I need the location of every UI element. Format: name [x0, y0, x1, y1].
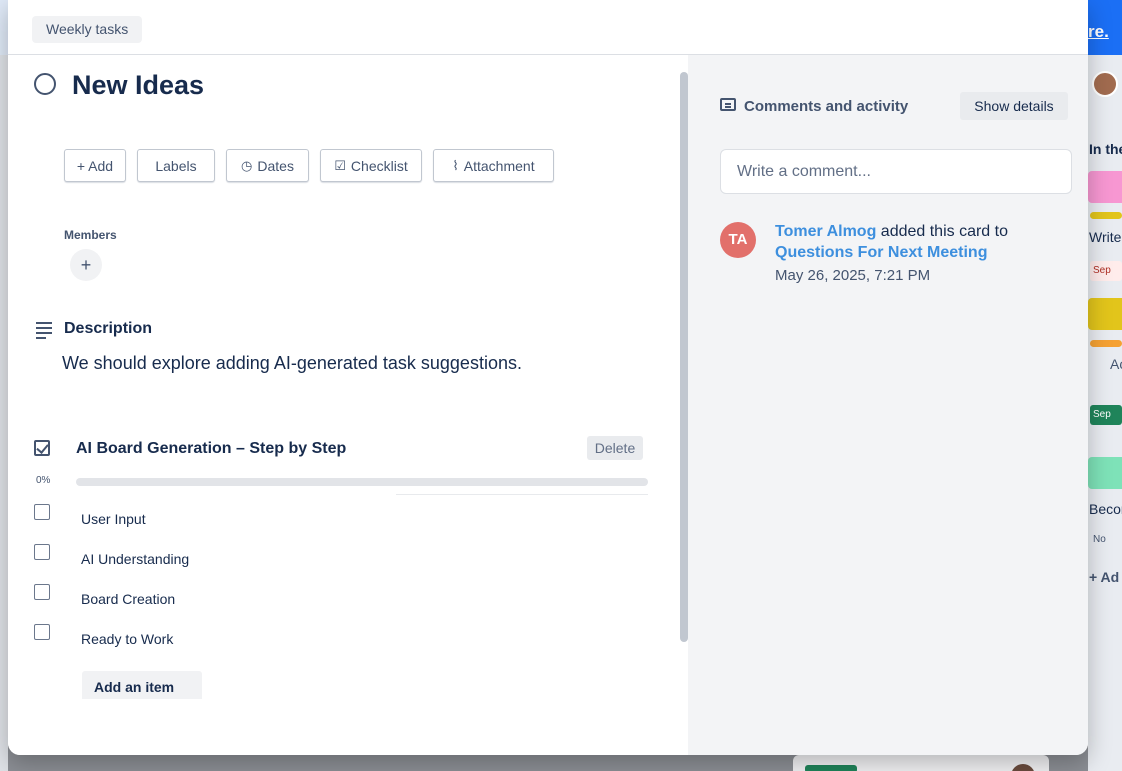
checklist-item-checkbox[interactable] — [34, 584, 50, 600]
checklist-item[interactable]: Ready to Work — [81, 631, 173, 647]
card-label-yellow — [1090, 212, 1122, 219]
add-member-button[interactable]: + — [70, 249, 102, 281]
description-icon — [36, 322, 52, 339]
card-title[interactable]: Write — [1089, 229, 1121, 245]
card-cover-green[interactable] — [1088, 457, 1122, 489]
card-title[interactable]: Ac — [1110, 356, 1122, 372]
board-list-column: In the Write Sep Ac Sep Becon No + Ad — [1088, 55, 1122, 771]
list-name-chip[interactable]: Weekly tasks — [32, 16, 143, 43]
comment-icon — [720, 98, 736, 111]
add-button[interactable]: + Add — [64, 149, 126, 182]
checklist-item-checkbox[interactable] — [34, 624, 50, 640]
banner-link[interactable]: re. — [1088, 22, 1109, 42]
checklist-item[interactable]: User Input — [81, 511, 146, 527]
add-button-label: + Add — [76, 157, 114, 174]
activity-title: Comments and activity — [744, 98, 909, 115]
checklist-progress-bar — [76, 478, 648, 486]
activity-pane: Comments and activity Show details TA To… — [688, 55, 1088, 755]
delete-checklist-button[interactable]: Delete — [587, 436, 643, 460]
list-header[interactable]: In the — [1089, 141, 1122, 157]
checklist-icon: ☑ — [334, 157, 346, 173]
avatar[interactable]: TA — [720, 222, 756, 258]
modal-header: Weekly tasks — [8, 0, 1088, 55]
checklist-item[interactable]: Board Creation — [81, 591, 175, 607]
labels-button-label: Labels — [155, 157, 197, 174]
activity-timestamp[interactable]: May 26, 2025, 7:21 PM — [775, 267, 930, 284]
card-cover-pink[interactable] — [1088, 171, 1122, 203]
description-heading: Description — [64, 320, 153, 337]
card-title[interactable]: Becon — [1089, 501, 1122, 517]
attachment-button-label: Attachment — [463, 157, 535, 174]
due-date-badge: No — [1093, 534, 1106, 545]
labels-button[interactable]: Labels — [137, 149, 215, 182]
checklist-button-label: Checklist — [350, 157, 408, 174]
checklist-percent: 0% — [36, 475, 51, 486]
checklist-item-checkbox[interactable] — [34, 504, 50, 520]
board-member-avatar[interactable] — [1092, 71, 1118, 97]
card-label-green — [805, 765, 857, 771]
complete-circle-icon[interactable] — [34, 73, 56, 95]
scrollbar[interactable] — [680, 72, 688, 642]
card-title[interactable]: New Ideas — [72, 70, 204, 101]
due-date-badge: Sep — [1090, 261, 1122, 281]
due-date-badge: Sep — [1090, 405, 1122, 425]
checklist-icon — [34, 440, 50, 456]
members-label: Members — [64, 228, 117, 242]
board-left-edge — [0, 55, 8, 771]
modal-footer-space — [8, 699, 688, 755]
dates-button[interactable]: ◷ Dates — [226, 149, 309, 182]
activity-user-link[interactable]: Tomer Almog — [775, 223, 876, 240]
show-details-button[interactable]: Show details — [960, 92, 1068, 120]
activity-target-link[interactable]: Questions For Next Meeting — [775, 244, 987, 262]
add-card-button[interactable]: + Ad — [1089, 569, 1119, 585]
comment-input[interactable] — [720, 149, 1072, 194]
checklist-item[interactable]: AI Understanding — [81, 551, 189, 567]
checklist-item-checkbox[interactable] — [34, 544, 50, 560]
paperclip-icon: ⌇ — [452, 157, 459, 173]
activity-action-text: added this card to — [876, 223, 1008, 240]
card-detail-modal: Weekly tasks Comments and activity Show … — [8, 0, 1088, 755]
activity-entry-text: Tomer Almog added this card to — [775, 223, 1008, 241]
card-member-avatar — [1011, 764, 1035, 771]
attachment-button[interactable]: ⌇ Attachment — [433, 149, 554, 182]
checklist-button[interactable]: ☑ Checklist — [320, 149, 422, 182]
description-text[interactable]: We should explore adding AI-generated ta… — [62, 353, 522, 374]
clock-icon: ◷ — [241, 157, 253, 173]
card-label-orange — [1090, 340, 1122, 347]
background-card — [793, 755, 1049, 771]
checklist-title[interactable]: AI Board Generation – Step by Step — [76, 440, 346, 458]
divider — [396, 494, 648, 495]
dates-button-label: Dates — [257, 157, 294, 174]
card-cover-yellow[interactable] — [1088, 298, 1122, 330]
